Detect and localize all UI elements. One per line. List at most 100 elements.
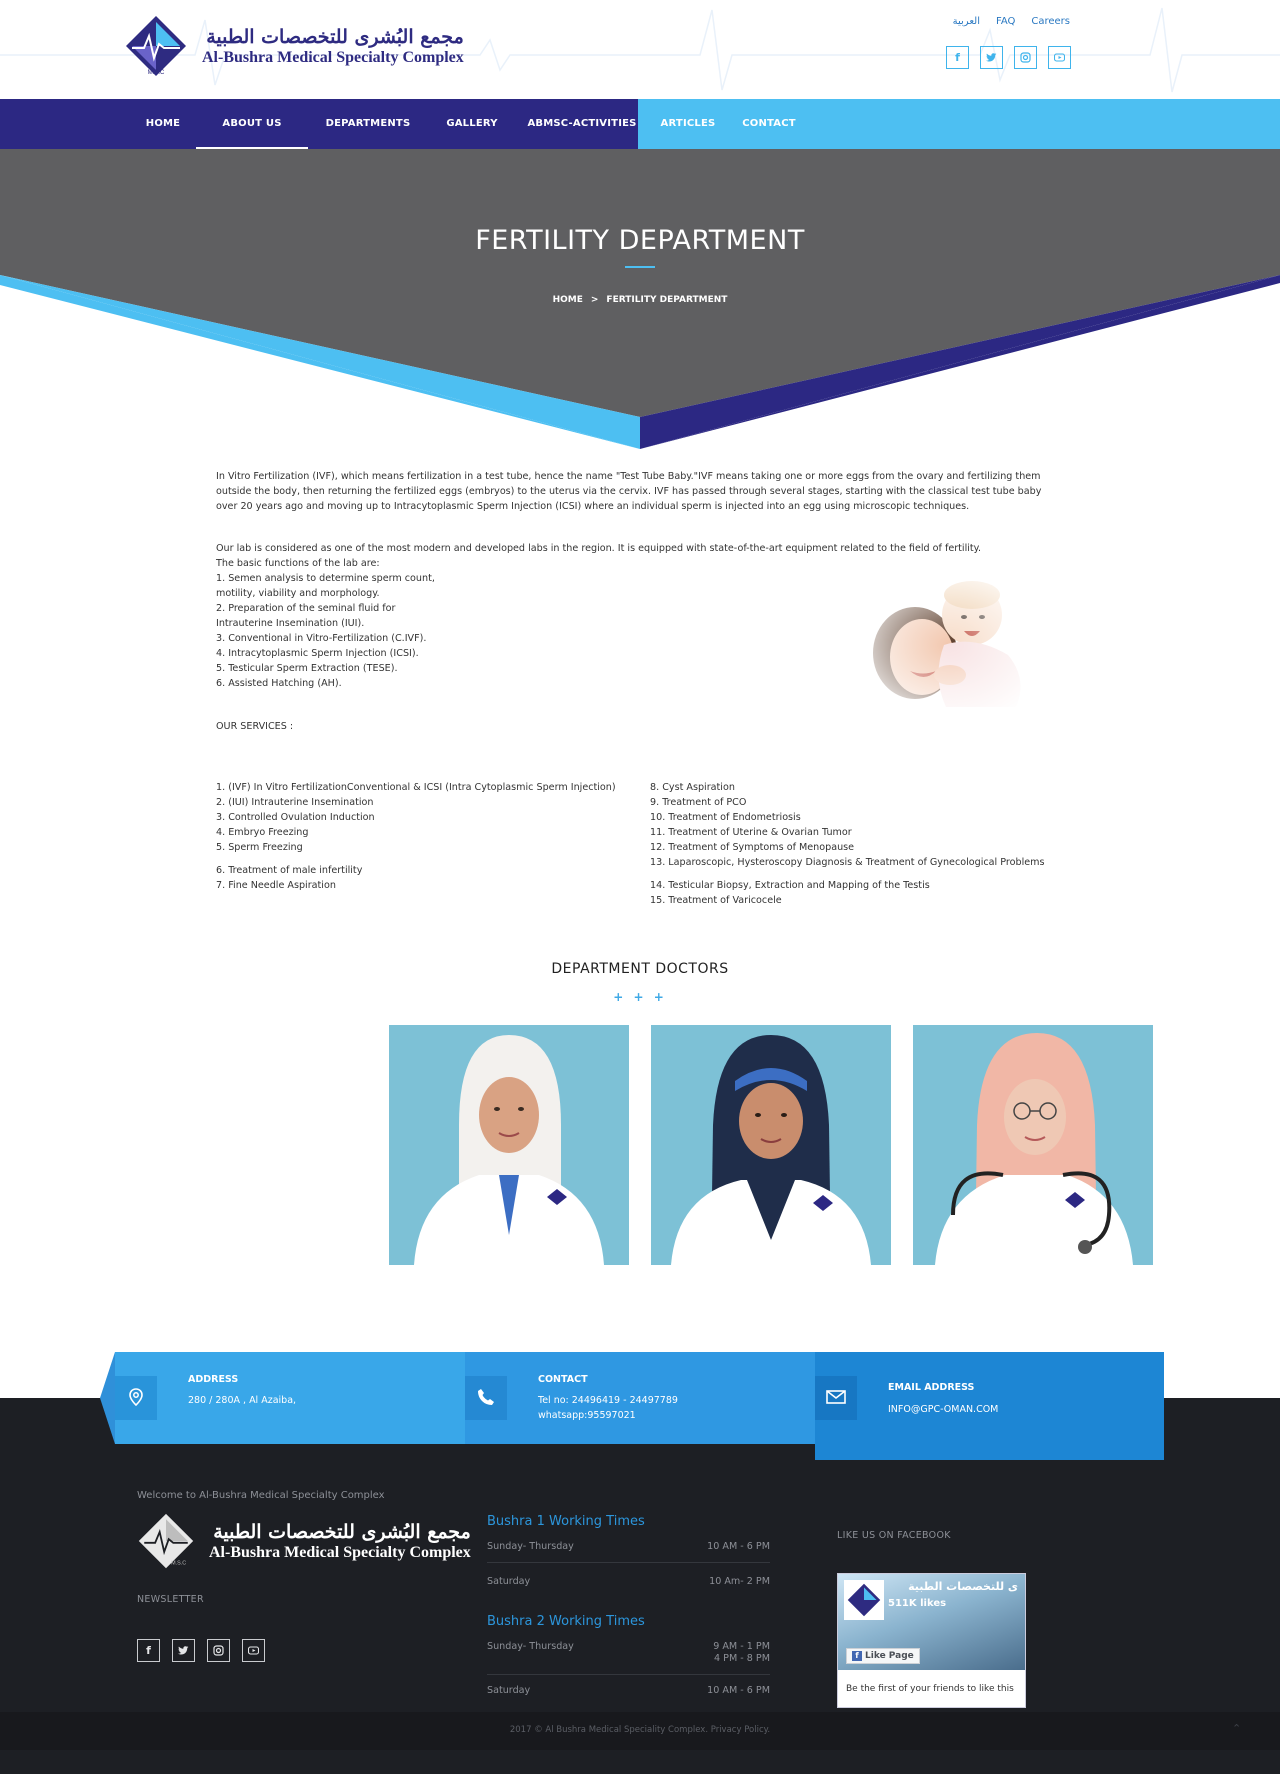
page-title: FERTILITY DEPARTMENT [475, 225, 805, 256]
address-label: ADDRESS [188, 1374, 239, 1385]
arabic-language-link[interactable]: العربية [953, 16, 980, 27]
lab-functions-title: The basic functions of the lab are: [216, 558, 380, 569]
footer-logo[interactable]: M.S.C مجمع البُشرى للتخصصات الطبية Al-Bu… [137, 1512, 471, 1570]
youtube-icon[interactable] [1048, 46, 1071, 69]
doctor-card[interactable] [913, 1025, 1153, 1265]
logo-mark-icon: M.S.C [138, 1513, 194, 1569]
facebook-icon[interactable]: f [946, 46, 969, 69]
hours-time: 10 Am- 2 PM [709, 1576, 770, 1587]
working-times-title: Bushra 1 Working Times [487, 1514, 645, 1529]
svg-text:M.S.C: M.S.C [148, 70, 165, 76]
copyright[interactable]: 2017 © Al Bushra Medical Speciality Comp… [0, 1725, 1280, 1735]
services-list-right: 8. Cyst Aspiration 9. Treatment of PCO 1… [650, 780, 1070, 908]
breadcrumb-home[interactable]: HOME [553, 295, 583, 305]
breadcrumb: HOME > FERTILITY DEPARTMENT [0, 295, 1280, 305]
hours-row: Sunday- Thursday 10 AM - 6 PM [487, 1537, 770, 1563]
service-item: 13. Laparoscopic, Hysteroscopy Diagnosis… [650, 857, 1045, 868]
mother-baby-image [860, 575, 1040, 715]
instagram-icon[interactable] [1014, 46, 1037, 69]
phone-icon [465, 1376, 507, 1418]
service-item: 10. Treatment of Endometriosis [650, 812, 801, 823]
facebook-heading: LIKE US ON FACEBOOK [837, 1530, 951, 1541]
header-social-links: f [946, 46, 1071, 69]
brand-name-arabic: مجمع البُشرى للتخصصات الطبية [206, 26, 464, 48]
footer-brand-arabic: مجمع البُشرى للتخصصات الطبية [213, 1521, 471, 1543]
email-value[interactable]: INFO@GPC-OMAN.COM [888, 1402, 998, 1417]
main-content: In Vitro Fertilization (IVF), which mean… [216, 469, 1056, 906]
nav-item-contact[interactable]: CONTACT [728, 99, 810, 149]
doctor-photo [671, 1035, 871, 1265]
top-links: العربية FAQ Careers [953, 16, 1070, 27]
footer-social-links: f [137, 1639, 265, 1662]
instagram-icon[interactable] [207, 1639, 230, 1662]
facebook-page-avatar [844, 1580, 884, 1620]
doctor-card[interactable] [651, 1025, 891, 1265]
working-times-title: Bushra 2 Working Times [487, 1614, 645, 1629]
nav-item-articles[interactable]: ARTICLES [648, 99, 728, 149]
doctor-photo [935, 1033, 1133, 1265]
contact-tel[interactable]: Tel no: 24496419 - 24497789 [538, 1393, 678, 1408]
hours-row: Saturday 10 Am- 2 PM [487, 1563, 770, 1597]
facebook-icon: f [852, 1651, 862, 1661]
service-item: 4. Embryo Freezing [216, 827, 309, 838]
doctors-title: DEPARTMENT DOCTORS [551, 961, 729, 977]
service-item: 5. Sperm Freezing [216, 842, 303, 853]
title-underline [625, 266, 655, 268]
nav-item-home[interactable]: HOME [130, 99, 196, 149]
main-nav: HOME ABOUT US DEPARTMENTS GALLERY ABMSC-… [0, 99, 1280, 149]
breadcrumb-separator: > [590, 295, 599, 305]
map-pin-icon [115, 1376, 157, 1418]
service-item: 6. Treatment of male infertility [216, 865, 363, 876]
services-title: OUR SERVICES : [216, 721, 294, 732]
service-item: 9. Treatment of PCO [650, 797, 747, 808]
doctors-ornament: + + + [613, 990, 667, 1004]
lab-intro: Our lab is considered as one of the most… [216, 543, 982, 554]
email-box: EMAIL ADDRESS INFO@GPC-OMAN.COM [815, 1352, 1165, 1444]
breadcrumb-current: FERTILITY DEPARTMENT [606, 295, 728, 305]
twitter-icon[interactable] [172, 1639, 195, 1662]
intro-paragraph: In Vitro Fertilization (IVF), which mean… [216, 471, 1042, 512]
careers-link[interactable]: Careers [1031, 16, 1070, 27]
facebook-like-button[interactable]: f Like Page [846, 1648, 920, 1664]
working-times-bushra-1: Bushra 1 Working Times Sunday- Thursday … [487, 1514, 770, 1597]
service-item: 2. (IUI) Intrauterine Insemination [216, 797, 374, 808]
newsletter-heading: NEWSLETTER [137, 1594, 204, 1605]
nav-item-departments[interactable]: DEPARTMENTS [308, 99, 428, 149]
twitter-icon[interactable] [980, 46, 1003, 69]
hours-day: Saturday [487, 1685, 531, 1696]
hours-time: 9 AM - 1 PM 4 PM - 8 PM [713, 1641, 770, 1664]
service-item: 12. Treatment of Symptoms of Menopause [650, 842, 855, 853]
facebook-page-widget[interactable]: ى للتخصصات الطبية 511K likes f Like Page … [837, 1573, 1026, 1708]
nav-item-gallery[interactable]: GALLERY [428, 99, 516, 149]
svg-text:M.S.C: M.S.C [171, 1561, 186, 1567]
nav-item-abmsc-activities[interactable]: ABMSC-ACTIVITIES [516, 99, 648, 149]
facebook-icon[interactable]: f [137, 1639, 160, 1662]
services-list-left: 1. (IVF) In Vitro FertilizationConventio… [216, 780, 646, 893]
scroll-to-top-icon[interactable]: ⌃ [1232, 1722, 1241, 1735]
footer-welcome: Welcome to Al-Bushra Medical Specialty C… [137, 1490, 385, 1501]
contact-box: CONTACT Tel no: 24496419 - 24497789 what… [465, 1352, 815, 1444]
contact-label: CONTACT [538, 1374, 588, 1385]
hours-day: Saturday [487, 1576, 531, 1587]
hours-day: Sunday- Thursday [487, 1641, 574, 1652]
contact-phone: Tel no: 24496419 - 24497789 whatsapp:955… [538, 1393, 678, 1423]
nav-item-about-us[interactable]: ABOUT US [196, 99, 308, 149]
faq-link[interactable]: FAQ [996, 16, 1015, 27]
address-value: 280 / 280A , Al Azaiba, [188, 1395, 297, 1406]
facebook-friends-text: Be the first of your friends to like thi… [846, 1684, 1014, 1694]
facebook-likes-count: 511K likes [888, 1598, 947, 1609]
site-logo[interactable]: M.S.C مجمع البُشرى للتخصصات الطبية Al-Bu… [124, 14, 464, 78]
hours-time: 10 AM - 6 PM [707, 1685, 770, 1696]
facebook-page-name[interactable]: ى للتخصصات الطبية [888, 1580, 1018, 1593]
hours-row: Sunday- Thursday 9 AM - 1 PM 4 PM - 8 PM [487, 1637, 770, 1675]
service-item: 15. Treatment of Varicocele [650, 895, 782, 906]
address-box: ADDRESS 280 / 280A , Al Azaiba, [115, 1352, 465, 1444]
hours-day: Sunday- Thursday [487, 1541, 574, 1552]
youtube-icon[interactable] [242, 1639, 265, 1662]
service-item: 1. (IVF) In Vitro FertilizationConventio… [216, 782, 616, 793]
hours-row: Saturday 10 AM - 6 PM [487, 1675, 770, 1706]
service-item: 7. Fine Needle Aspiration [216, 880, 336, 891]
doctor-card[interactable] [389, 1025, 629, 1265]
contact-whatsapp[interactable]: whatsapp:95597021 [538, 1408, 678, 1423]
brand-name-english: Al-Bushra Medical Specialty Complex [202, 49, 464, 66]
